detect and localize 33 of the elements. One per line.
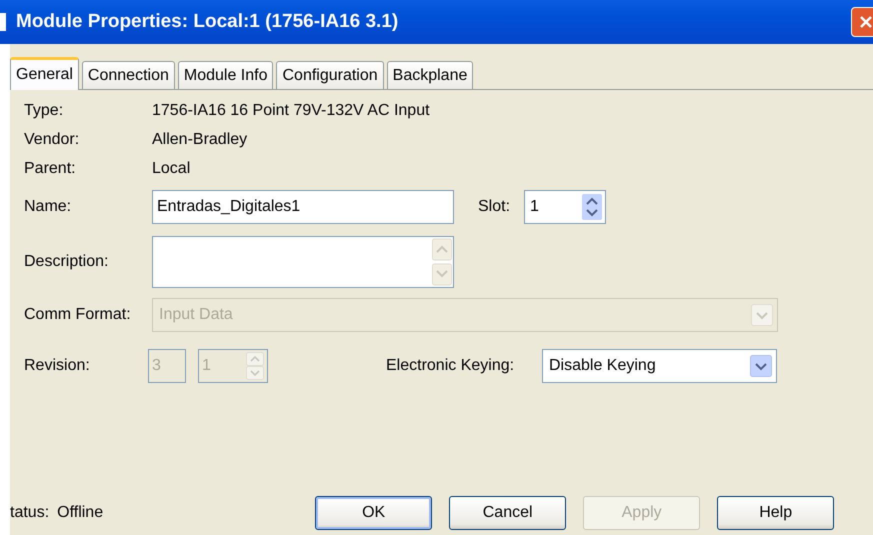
slot-spinner[interactable]: 1 — [524, 190, 606, 224]
field-value: Local — [152, 160, 190, 178]
field-label: Electronic Keying: — [386, 357, 516, 375]
status-value: Offline — [57, 504, 104, 522]
field-label: Vendor: — [24, 130, 80, 148]
tab[interactable]: Configuration — [276, 61, 384, 89]
field-label: Slot: — [478, 198, 512, 216]
spin-arrows-icon — [246, 352, 264, 380]
electronic-keying-dropdown[interactable]: Disable Keying — [542, 349, 777, 383]
field-value: Allen-Bradley — [152, 130, 248, 148]
name-field[interactable]: Entradas_Digitales1 — [152, 190, 454, 224]
scrollbar-arrows-icon — [432, 238, 452, 286]
field-label: Name: — [24, 198, 72, 216]
dialog-button[interactable]: Help — [717, 496, 834, 530]
dialog-button[interactable]: OK — [315, 496, 432, 530]
close-button[interactable] — [851, 7, 873, 37]
field-label: Parent: — [24, 160, 77, 178]
tab[interactable]: Backplane — [386, 61, 474, 89]
status-label: tatus: — [10, 504, 50, 522]
tab[interactable]: General — [10, 57, 79, 90]
tab[interactable]: Connection — [82, 61, 175, 89]
spin-arrows-icon — [582, 194, 602, 220]
tab[interactable]: Module Info — [178, 61, 274, 89]
window-title: Module Properties: Local:1 (1756-IA16 3.1) — [16, 11, 400, 33]
field-label: Description: — [24, 253, 110, 271]
field-value: 1756-IA16 16 Point 79V-132V AC Input — [152, 102, 430, 120]
field-label: Revision: — [24, 357, 91, 375]
close-icon — [859, 15, 873, 29]
description-field[interactable] — [152, 236, 454, 288]
dialog-button[interactable]: Cancel — [449, 496, 566, 530]
field-label: Type: — [24, 102, 64, 120]
window-icon — [0, 13, 6, 31]
field-label: Comm Format: — [24, 306, 132, 324]
